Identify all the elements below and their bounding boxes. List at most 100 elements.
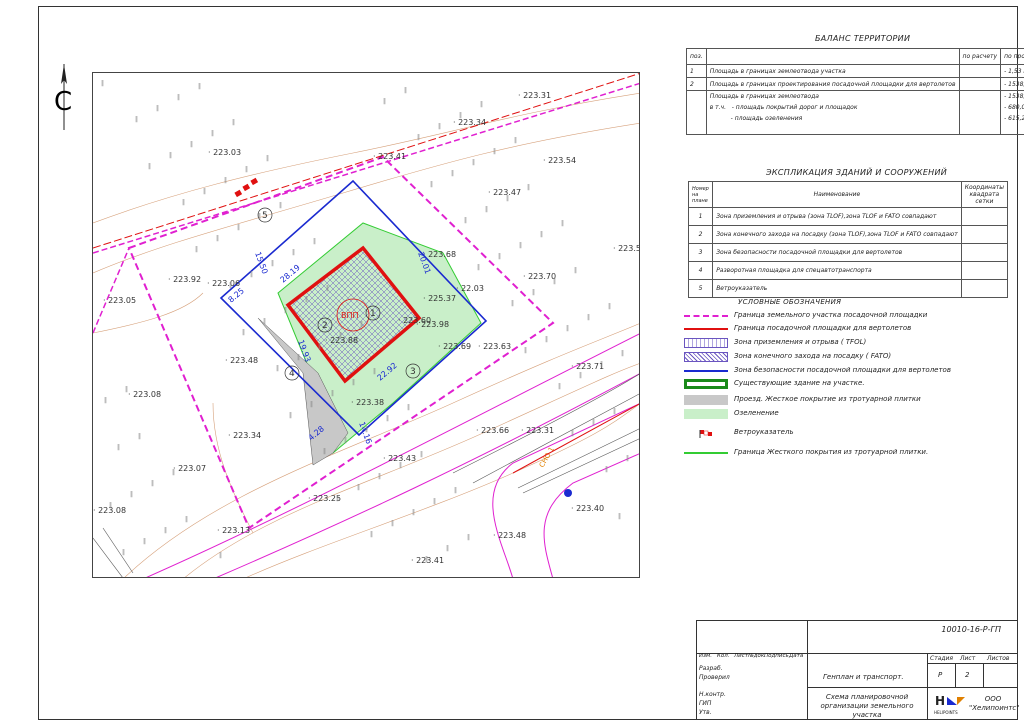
dimension-label: 15.50 [253,251,269,276]
grass-symbol: ‖ [545,336,548,343]
grass-symbol: ‖ [472,159,475,166]
explication-table: Номер на плане Наименование Координаты к… [687,181,1009,298]
grass-symbol: ‖ [360,321,363,328]
grass-symbol: ‖ [532,289,535,296]
role-norm-control: Н.контр. [699,691,726,698]
elevation-label: · 225.37 [423,294,456,303]
grass-symbol: ‖ [352,379,355,386]
elevation-label: · 22.03 [456,284,484,293]
grass-symbol: ‖ [464,217,467,224]
section-title: Генплан и транспорт. [823,673,904,681]
grass-symbol: ‖ [467,534,470,541]
grass-symbol: ‖ [561,220,564,227]
grass-symbol: ‖ [336,495,339,502]
grass-symbol: ‖ [130,491,133,498]
grass-symbol: ‖ [571,430,574,437]
grass-symbol: ‖ [404,87,407,94]
elevation-label: · 223.34 [228,431,261,440]
plan-marker-label: 2 [322,321,328,331]
elevation-label: · 223.38 [351,398,384,407]
grass-symbol: ‖ [182,199,185,206]
title-block: 10010-16-Р-ГП Изм. Кол. Лист №док. Подпи… [696,620,1020,720]
elevation-label: · 223.47 [488,188,521,197]
grass-symbol: ‖ [524,347,527,354]
elevation-label: · 223.48 [225,356,258,365]
elevation-label: · 223.56 [613,244,640,253]
grass-symbol: ‖ [185,516,188,523]
grass-symbol: ‖ [399,462,402,469]
elevation-label: · 223.07 [173,464,206,473]
elevation-label: · 223.34 [453,118,486,127]
grass-symbol: ‖ [323,448,326,455]
grass-symbol: ‖ [125,386,128,393]
explication-row: Разворотная площадка для спецавтотранспо… [712,261,962,280]
grass-symbol: ‖ [313,238,316,245]
grass-symbol: ‖ [600,361,603,368]
grass-symbol: ‖ [425,556,428,563]
grass-symbol: ‖ [519,242,522,249]
elevation-label: · 223.03 [208,148,241,157]
explication-row: Зона конечного захода на посадку (зона T… [712,225,962,244]
grass-symbol: ‖ [151,480,154,487]
plan-marker-label: 3 [410,367,416,377]
grass-symbol: ‖ [229,282,232,289]
grass-symbol: ‖ [101,80,104,87]
grass-symbol: ‖ [195,246,198,253]
grass-symbol: ‖ [216,235,219,242]
sheet-number: 2 [965,671,970,679]
grass-symbol: ‖ [164,527,167,534]
legend-title: УСЛОВНЫЕ ОБОЗНАЧЕНИЯ [738,298,842,306]
grass-symbol: ‖ [558,383,561,390]
grass-symbol: ‖ [477,264,480,271]
grass-symbol: ‖ [276,365,279,372]
grass-symbol: ‖ [621,350,624,357]
grass-symbol: ‖ [365,426,368,433]
grass-symbol: ‖ [407,404,410,411]
grass-symbol: ‖ [242,329,245,336]
grass-symbol: ‖ [344,437,347,444]
grass-symbol: ‖ [172,469,175,476]
grass-symbol: ‖ [587,314,590,321]
grass-symbol: ‖ [357,484,360,491]
stage-value: Р [938,671,943,679]
grass-symbol: ‖ [148,163,151,170]
elevation-label: · 223.69 [438,342,471,351]
explication-title: ЭКСПЛИКАЦИЯ ЗДАНИЙ И СООРУЖЕНИЙ [766,168,948,177]
grass-symbol: ‖ [224,177,227,184]
role-checker: Проверил [699,674,730,681]
grass-symbol: ‖ [138,433,141,440]
elevation-label: · 223.31 [521,426,554,435]
grass-symbol: ‖ [232,119,235,126]
grass-symbol: ‖ [219,552,222,559]
role-chief-engineer: ГИП [699,700,712,707]
grass-symbol: ‖ [446,545,449,552]
balance-row-name: Площадь в границах проектирования посадо… [705,77,960,91]
grass-symbol: ‖ [266,155,269,162]
grass-symbol: ‖ [626,455,629,462]
plan-marker-label: 5 [262,211,268,221]
elevation-label: · 223.08 [128,390,161,399]
grass-symbol: ‖ [527,184,530,191]
grass-symbol: ‖ [143,538,146,545]
north-letter: С [54,87,72,117]
grass-symbol: ‖ [284,307,287,314]
plan-marker-label: 1 [370,309,376,319]
logo-icon: H HELIPOINTS [934,694,965,715]
grass-symbol: ‖ [433,498,436,505]
grass-symbol: ‖ [117,444,120,451]
grass-symbol: ‖ [109,502,112,509]
grass-symbol: ‖ [258,213,261,220]
grass-symbol: ‖ [135,116,138,123]
grass-symbol: ‖ [383,98,386,105]
elevation-label: · 223.92 [168,275,201,284]
grass-symbol: ‖ [263,318,266,325]
company-name: ООО "Хелипоинтс" [969,695,1020,712]
grass-symbol: ‖ [250,271,253,278]
plan-marker-label: 4 [289,369,295,379]
road-label: СНО 1 [538,446,556,469]
grass-symbol: ‖ [339,332,342,339]
grass-symbol: ‖ [289,412,292,419]
grass-symbol: ‖ [297,354,300,361]
grass-symbol: ‖ [305,296,308,303]
elevation-label: · 223.66 [476,426,509,435]
